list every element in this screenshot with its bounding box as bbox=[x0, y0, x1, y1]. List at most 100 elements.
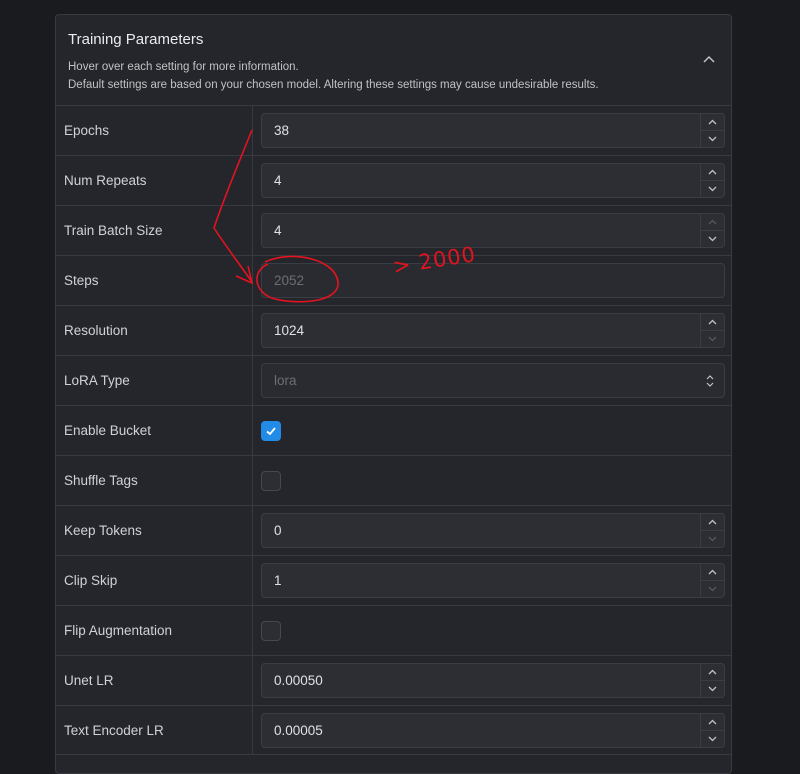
param-row-resolution: Resolution 1024 bbox=[56, 305, 731, 355]
epochs-stepper bbox=[700, 114, 724, 147]
epochs-input[interactable]: 38 bbox=[261, 113, 725, 148]
chevron-up-icon bbox=[708, 219, 717, 225]
param-value-cell-epochs: 38 bbox=[254, 106, 731, 155]
param-value-cell-train-batch-size: 4 bbox=[254, 206, 731, 255]
chevron-down-icon bbox=[708, 136, 717, 142]
panel-title: Training Parameters bbox=[68, 31, 204, 48]
chevron-up-icon bbox=[708, 669, 717, 675]
resolution-decrement-button[interactable] bbox=[701, 331, 724, 348]
panel-header[interactable]: Training Parameters Hover over each sett… bbox=[56, 15, 731, 106]
epochs-decrement-button[interactable] bbox=[701, 131, 724, 148]
param-label-shuffle-tags: Shuffle Tags bbox=[56, 456, 253, 505]
text-encoder-lr-stepper bbox=[700, 714, 724, 747]
param-label-text-encoder-lr: Text Encoder LR bbox=[56, 706, 253, 754]
keep-tokens-input[interactable]: 0 bbox=[261, 513, 725, 548]
unet-lr-decrement-button[interactable] bbox=[701, 681, 724, 698]
chevron-up-icon bbox=[708, 719, 717, 725]
param-row-train-batch-size: Train Batch Size 4 bbox=[56, 205, 731, 255]
keep-tokens-decrement-button[interactable] bbox=[701, 531, 724, 548]
steps-value: 2052 bbox=[274, 273, 305, 288]
num-repeats-stepper bbox=[700, 164, 724, 197]
param-value-cell-text-encoder-lr: 0.00005 bbox=[254, 706, 731, 754]
param-value-cell-enable-bucket bbox=[254, 406, 731, 455]
text-encoder-lr-increment-button[interactable] bbox=[701, 714, 724, 731]
keep-tokens-stepper bbox=[700, 514, 724, 547]
param-value-cell-unet-lr: 0.00050 bbox=[254, 656, 731, 705]
clip-skip-increment-button[interactable] bbox=[701, 564, 724, 581]
selector-icon bbox=[706, 374, 714, 387]
train-batch-size-stepper bbox=[700, 214, 724, 247]
param-label-keep-tokens: Keep Tokens bbox=[56, 506, 253, 555]
clip-skip-input[interactable]: 1 bbox=[261, 563, 725, 598]
num-repeats-increment-button[interactable] bbox=[701, 164, 724, 181]
unet-lr-increment-button[interactable] bbox=[701, 664, 724, 681]
resolution-value: 1024 bbox=[274, 323, 305, 338]
param-label-enable-bucket: Enable Bucket bbox=[56, 406, 253, 455]
flip-augmentation-checkbox[interactable] bbox=[261, 621, 281, 641]
description-line-1: Hover over each setting for more informa… bbox=[68, 61, 299, 73]
param-row-flip-augmentation: Flip Augmentation bbox=[56, 605, 731, 655]
param-row-enable-bucket: Enable Bucket bbox=[56, 405, 731, 455]
clip-skip-stepper bbox=[700, 564, 724, 597]
chevron-down-icon bbox=[708, 686, 717, 692]
description-line-2: Default settings are based on your chose… bbox=[68, 79, 599, 91]
training-parameters-panel: Training Parameters Hover over each sett… bbox=[55, 14, 732, 774]
chevron-up-icon bbox=[708, 319, 717, 325]
check-icon bbox=[266, 427, 276, 436]
chevron-down-icon bbox=[708, 736, 717, 742]
epochs-value: 38 bbox=[274, 123, 290, 138]
resolution-increment-button[interactable] bbox=[701, 314, 724, 331]
param-label-resolution: Resolution bbox=[56, 306, 253, 355]
clip-skip-value: 1 bbox=[274, 573, 282, 588]
epochs-increment-button[interactable] bbox=[701, 114, 724, 131]
param-row-unet-lr: Unet LR 0.00050 bbox=[56, 655, 731, 705]
keep-tokens-value: 0 bbox=[274, 523, 282, 538]
text-encoder-lr-input[interactable]: 0.00005 bbox=[261, 713, 725, 748]
param-value-cell-keep-tokens: 0 bbox=[254, 506, 731, 555]
param-label-steps: Steps bbox=[56, 256, 253, 305]
chevron-up-icon bbox=[708, 569, 717, 575]
param-label-clip-skip: Clip Skip bbox=[56, 556, 253, 605]
chevron-down-icon bbox=[708, 586, 717, 592]
unet-lr-input[interactable]: 0.00050 bbox=[261, 663, 725, 698]
train-batch-size-decrement-button[interactable] bbox=[701, 231, 724, 248]
resolution-input[interactable]: 1024 bbox=[261, 313, 725, 348]
param-row-epochs: Epochs 38 bbox=[56, 105, 731, 155]
param-row-keep-tokens: Keep Tokens 0 bbox=[56, 505, 731, 555]
param-value-cell-lora-type: lora bbox=[254, 356, 731, 405]
param-value-cell-clip-skip: 1 bbox=[254, 556, 731, 605]
param-label-train-batch-size: Train Batch Size bbox=[56, 206, 253, 255]
parameters-table: Epochs 38 Num Repeats 4 Train Batch Size… bbox=[56, 105, 731, 755]
chevron-up-icon bbox=[708, 519, 717, 525]
param-row-lora-type: LoRA Type lora bbox=[56, 355, 731, 405]
unet-lr-stepper bbox=[700, 664, 724, 697]
keep-tokens-increment-button[interactable] bbox=[701, 514, 724, 531]
unet-lr-value: 0.00050 bbox=[274, 673, 323, 688]
clip-skip-decrement-button[interactable] bbox=[701, 581, 724, 598]
text-encoder-lr-value: 0.00005 bbox=[274, 723, 323, 738]
collapse-button[interactable] bbox=[701, 51, 717, 67]
train-batch-size-input[interactable]: 4 bbox=[261, 213, 725, 248]
param-row-clip-skip: Clip Skip 1 bbox=[56, 555, 731, 605]
resolution-stepper bbox=[700, 314, 724, 347]
train-batch-size-increment-button[interactable] bbox=[701, 214, 724, 231]
num-repeats-decrement-button[interactable] bbox=[701, 181, 724, 198]
lora-type-select[interactable]: lora bbox=[261, 363, 725, 398]
chevron-up-icon bbox=[708, 119, 717, 125]
text-encoder-lr-decrement-button[interactable] bbox=[701, 731, 724, 748]
shuffle-tags-checkbox[interactable] bbox=[261, 471, 281, 491]
num-repeats-input[interactable]: 4 bbox=[261, 163, 725, 198]
param-label-flip-augmentation: Flip Augmentation bbox=[56, 606, 253, 655]
param-row-num-repeats: Num Repeats 4 bbox=[56, 155, 731, 205]
param-row-text-encoder-lr: Text Encoder LR 0.00005 bbox=[56, 705, 731, 755]
param-value-cell-flip-augmentation bbox=[254, 606, 731, 655]
enable-bucket-checkbox[interactable] bbox=[261, 421, 281, 441]
param-value-cell-steps: 2052 bbox=[254, 256, 731, 305]
steps-input: 2052 bbox=[261, 263, 725, 298]
param-label-lora-type: LoRA Type bbox=[56, 356, 253, 405]
lora-type-selected-value: lora bbox=[274, 373, 297, 388]
chevron-down-icon bbox=[708, 236, 717, 242]
panel-description: Hover over each setting for more informa… bbox=[68, 58, 599, 94]
param-label-epochs: Epochs bbox=[56, 106, 253, 155]
chevron-up-icon bbox=[703, 55, 715, 63]
